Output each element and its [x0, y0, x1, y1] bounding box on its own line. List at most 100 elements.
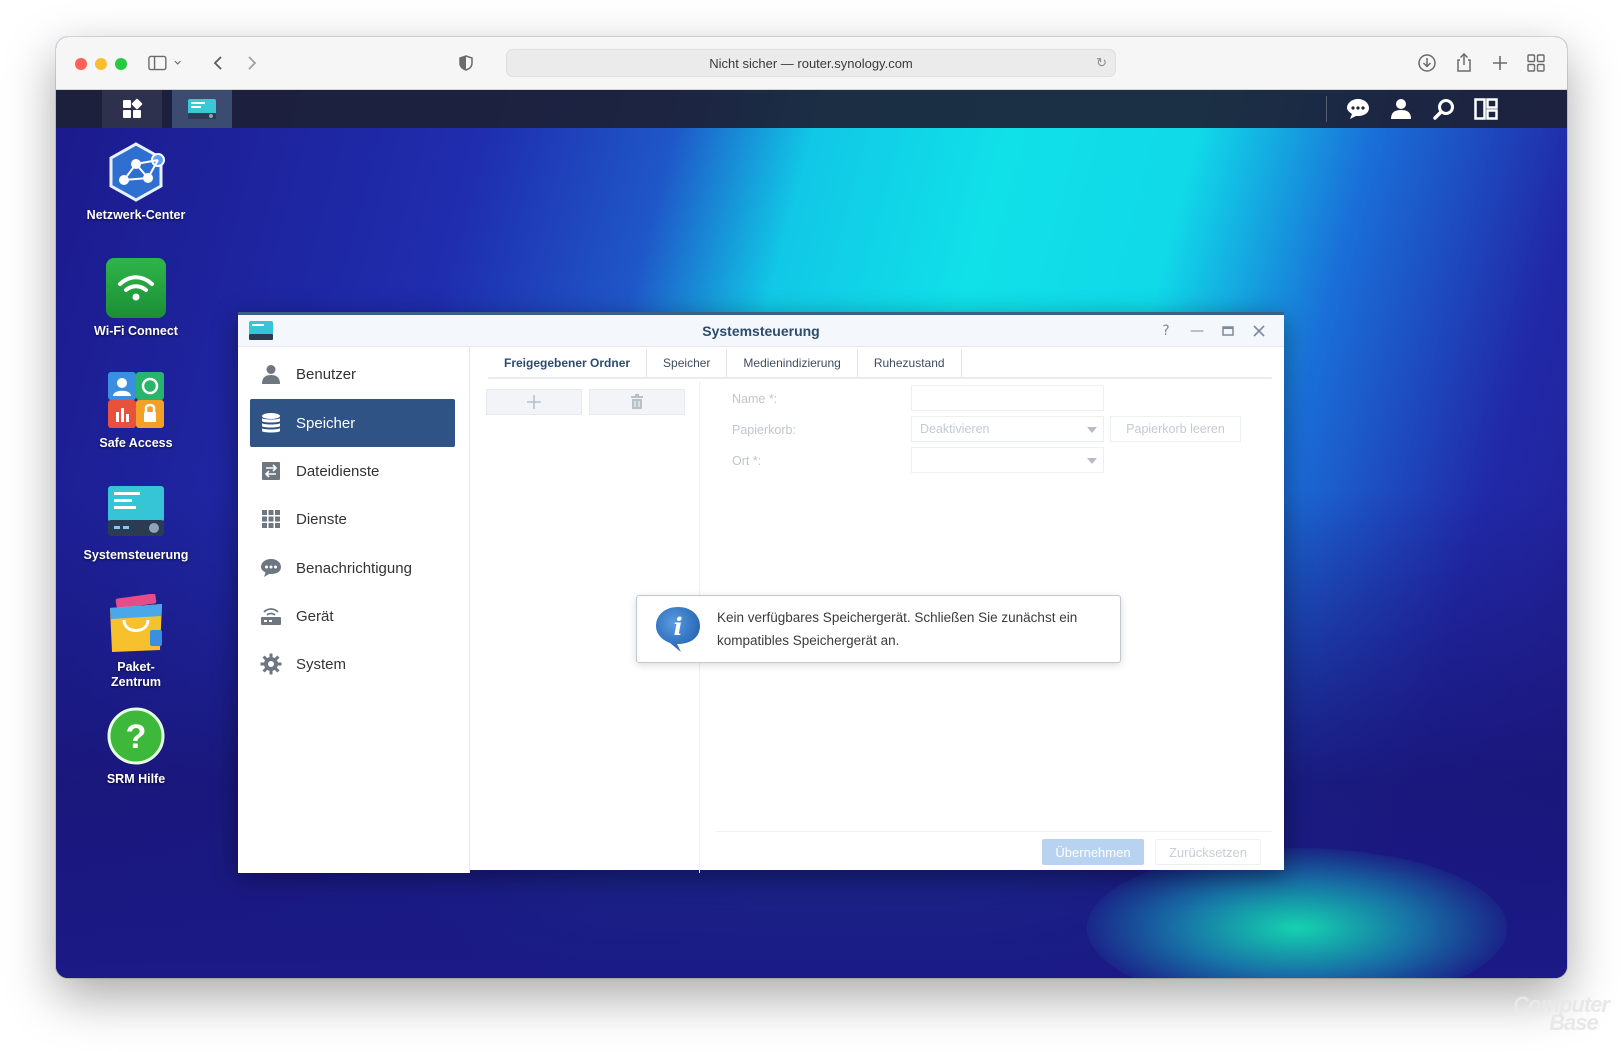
- delete-button[interactable]: [589, 389, 685, 415]
- trash-icon: [631, 394, 643, 409]
- forward-icon[interactable]: [242, 51, 262, 75]
- desktop-icon-netzwerk-center[interactable]: Netzwerk-Center: [76, 142, 196, 223]
- sidebar-item-speicher[interactable]: Speicher: [250, 399, 455, 447]
- desktop-icon-wifi-connect[interactable]: Wi-Fi Connect: [76, 258, 196, 339]
- tray-separator: [1326, 96, 1327, 122]
- database-icon: [260, 412, 282, 434]
- control-panel-icon: [106, 482, 166, 542]
- window-titlebar[interactable]: Systemsteuerung ? —: [238, 315, 1284, 347]
- desktop-icon-paket-zentrum[interactable]: Paket- Zentrum: [76, 593, 196, 690]
- chat-bubble-icon: [260, 557, 282, 579]
- info-message-box: i Kein verfügbares Speichergerät. Schlie…: [636, 595, 1121, 663]
- sidebar-item-label: Speicher: [296, 414, 356, 432]
- tab-freigegebener-ordner[interactable]: Freigegebener Ordner: [488, 349, 648, 377]
- share-icon[interactable]: [1452, 51, 1476, 75]
- search-icon[interactable]: [1432, 97, 1456, 121]
- svg-text:i: i: [673, 612, 682, 641]
- package-center-icon: [106, 593, 166, 654]
- empty-trash-button[interactable]: Papierkorb leeren: [1110, 416, 1241, 442]
- info-icon: i: [656, 607, 700, 652]
- taskbar-systemsteuerung-button[interactable]: [172, 90, 232, 128]
- widgets-icon[interactable]: [1474, 97, 1498, 121]
- sidebar-item-benachrichtigung[interactable]: Benachrichtigung: [250, 544, 455, 592]
- browser-toolbar: Nicht sicher — router.synology.com ↻: [56, 37, 1567, 90]
- main-menu-button[interactable]: [102, 90, 162, 128]
- chevron-down-icon: [1087, 427, 1097, 433]
- minimize-button[interactable]: —: [1187, 321, 1207, 341]
- reload-icon[interactable]: ↻: [1096, 55, 1107, 71]
- safe-access-icon: [106, 370, 166, 430]
- add-button[interactable]: [486, 389, 582, 415]
- trash-label: Papierkorb:: [732, 423, 796, 437]
- fullscreen-button[interactable]: [115, 58, 127, 70]
- watermark: Computer Base: [1513, 994, 1610, 1034]
- tab-medienindizierung[interactable]: Medienindizierung: [727, 349, 858, 377]
- new-tab-icon[interactable]: [1488, 51, 1512, 75]
- desktop-icon-systemsteuerung[interactable]: Systemsteuerung: [76, 482, 196, 563]
- maximize-icon: [1222, 326, 1234, 336]
- download-icon[interactable]: [1415, 51, 1439, 75]
- sidebar-item-dienste[interactable]: Dienste: [250, 495, 455, 543]
- close-window-button[interactable]: [75, 58, 87, 70]
- desktop-icon-label: Safe Access: [99, 436, 173, 450]
- systemsteuerung-window: Systemsteuerung ? — Benutzer Speicher Da…: [238, 312, 1284, 873]
- sidebar-item-geraet[interactable]: Gerät: [250, 592, 455, 640]
- desktop-icon-label: SRM Hilfe: [106, 772, 166, 786]
- apply-button[interactable]: Übernehmen: [1042, 839, 1144, 865]
- tab-speicher[interactable]: Speicher: [647, 349, 728, 377]
- trash-select[interactable]: Deaktivieren: [911, 416, 1104, 442]
- close-button[interactable]: [1249, 321, 1269, 341]
- main-menu-icon: [123, 98, 143, 118]
- name-field[interactable]: [911, 385, 1104, 411]
- desktop-icon-label: Paket- Zentrum: [111, 660, 161, 689]
- sidebar-item-dateidienste[interactable]: Dateidienste: [250, 447, 455, 495]
- user-icon: [260, 363, 282, 385]
- location-select[interactable]: [911, 447, 1104, 473]
- address-bar[interactable]: Nicht sicher — router.synology.com ↻: [506, 49, 1116, 77]
- sidebar-item-label: Benutzer: [296, 365, 357, 383]
- tab-ruhezustand[interactable]: Ruhezustand: [858, 349, 962, 377]
- file-services-icon: [260, 460, 282, 482]
- desktop-icon-srm-hilfe[interactable]: ? SRM Hilfe: [76, 706, 196, 787]
- gear-icon: [260, 653, 282, 675]
- desktop-icon-label: Wi-Fi Connect: [94, 324, 178, 338]
- help-button[interactable]: ?: [1156, 321, 1176, 341]
- network-center-icon: [106, 142, 166, 202]
- sidebar-item-label: System: [296, 655, 347, 673]
- sidebar-item-system[interactable]: System: [250, 640, 455, 688]
- sidebar-item-label: Dateidienste: [296, 462, 380, 480]
- close-icon: [1253, 325, 1265, 337]
- desktop-icon-label: Netzwerk-Center: [86, 208, 186, 222]
- plus-icon: [527, 395, 541, 409]
- tab-overview-icon[interactable]: [1524, 51, 1548, 75]
- footer-divider: [716, 831, 1272, 832]
- help-icon: ?: [106, 706, 166, 766]
- reset-button[interactable]: Zurücksetzen: [1155, 839, 1261, 865]
- sidebar-toggle-icon[interactable]: [148, 51, 182, 75]
- sidebar-item-label: Gerät: [296, 607, 334, 625]
- tab-bar: Freigegebener Ordner Speicher Medienindi…: [488, 349, 1272, 379]
- name-label: Name *:: [732, 392, 778, 406]
- privacy-shield-icon[interactable]: [456, 51, 476, 75]
- minimize-window-button[interactable]: [95, 58, 107, 70]
- router-icon: [260, 605, 282, 627]
- desktop-icon-label: Systemsteuerung: [83, 548, 189, 562]
- browser-window: Nicht sicher — router.synology.com ↻ Net…: [56, 37, 1567, 978]
- trash-select-value: Deaktivieren: [920, 422, 990, 436]
- control-panel-icon: [188, 99, 216, 119]
- messages-icon[interactable]: [1346, 97, 1370, 121]
- window-title: Systemsteuerung: [702, 323, 820, 339]
- info-message-text: Kein verfügbares Speichergerät. Schließe…: [717, 610, 1078, 648]
- wifi-icon: [106, 258, 166, 318]
- desktop-icon-safe-access[interactable]: Safe Access: [76, 370, 196, 451]
- back-icon[interactable]: [208, 51, 228, 75]
- svg-text:?: ?: [126, 718, 147, 756]
- url-text: Nicht sicher — router.synology.com: [709, 55, 913, 71]
- sidebar-item-benutzer[interactable]: Benutzer: [250, 350, 455, 398]
- desktop: Netzwerk-Center Wi-Fi Connect Safe Acces…: [56, 90, 1567, 978]
- sidebar: Benutzer Speicher Dateidienste Dienste B…: [238, 347, 470, 873]
- taskbar: [56, 90, 1567, 128]
- maximize-button[interactable]: [1218, 321, 1238, 341]
- user-icon[interactable]: [1389, 97, 1413, 121]
- chevron-down-icon: [1087, 458, 1097, 464]
